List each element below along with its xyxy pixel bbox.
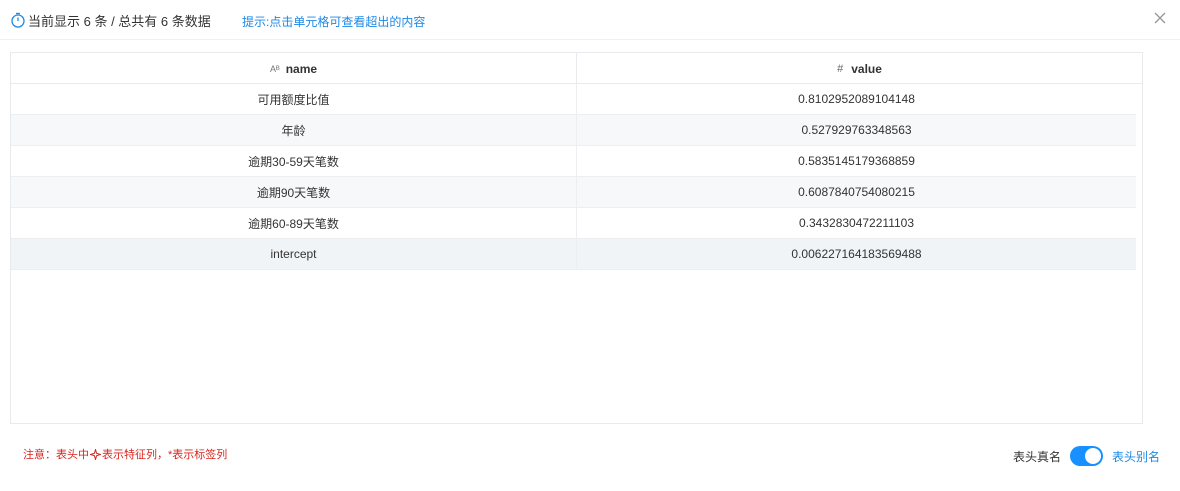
close-icon[interactable] [1153, 11, 1167, 25]
column-header-label: name [285, 61, 318, 76]
table-header: Aᴮ name # value [11, 53, 1142, 84]
legend-note: 注意：表头中 表示特征列，*表示标签列 [23, 446, 227, 462]
note-prefix: 注意：表头中 [23, 449, 89, 461]
cell-value[interactable]: 0.527929763348563 [577, 115, 1136, 145]
toggle-off-label: 表头真名 [1013, 449, 1062, 464]
cell-value[interactable]: 0.006227164183569488 [577, 239, 1136, 269]
alias-toggle[interactable] [1070, 446, 1104, 466]
cell-value[interactable]: 0.8102952089104148 [577, 84, 1136, 114]
toggle-on-label: 表头别名 [1112, 449, 1161, 464]
column-header-name[interactable]: Aᴮ name [11, 53, 577, 84]
note-suffix: 表示特征列，*表示标签列 [102, 449, 228, 461]
cell-name[interactable]: 年龄 [11, 115, 577, 145]
dialog-header: 当前显示 6 条 / 总共有 6 条数据 提示:点击单元格可查看超出的内容 [0, 0, 1180, 40]
data-table: Aᴮ name # value 可用额度比值 0.810295208910414… [10, 52, 1143, 424]
text-type-icon: Aᴮ [269, 63, 280, 74]
toggle-knob [1085, 448, 1102, 464]
number-type-icon: # [837, 62, 844, 75]
table-body: 可用额度比值 0.8102952089104148 年龄 0.527929763… [11, 84, 1136, 270]
column-header-label: value [851, 61, 882, 76]
table-row[interactable]: 逾期30-59天笔数 0.5835145179368859 [11, 146, 1136, 177]
table-row[interactable]: 逾期60-89天笔数 0.3432830472211103 [11, 208, 1136, 239]
table-row[interactable]: 年龄 0.527929763348563 [11, 115, 1136, 146]
cell-name[interactable]: 逾期60-89天笔数 [11, 208, 577, 238]
table-row[interactable]: 逾期90天笔数 0.6087840754080215 [11, 177, 1136, 208]
cell-name[interactable]: 逾期90天笔数 [11, 177, 577, 207]
column-header-value[interactable]: # value [577, 53, 1142, 84]
timer-icon [11, 12, 25, 28]
summary-text: 当前显示 6 条 / 总共有 6 条数据 [28, 13, 211, 29]
cell-name[interactable]: 可用额度比值 [11, 84, 577, 114]
cell-value[interactable]: 0.5835145179368859 [577, 146, 1136, 176]
header-alias-switch: 表头真名 表头别名 [1013, 445, 1160, 467]
cell-name[interactable]: 逾期30-59天笔数 [11, 146, 577, 176]
cell-value[interactable]: 0.6087840754080215 [577, 177, 1136, 207]
feature-icon [90, 448, 101, 460]
table-row[interactable]: intercept 0.006227164183569488 [11, 239, 1136, 270]
table-row[interactable]: 可用额度比值 0.8102952089104148 [11, 84, 1136, 115]
hint-text: 提示:点击单元格可查看超出的内容 [242, 15, 426, 29]
record-summary: 当前显示 6 条 / 总共有 6 条数据 [10, 11, 211, 29]
cell-name[interactable]: intercept [11, 239, 577, 269]
cell-value[interactable]: 0.3432830472211103 [577, 208, 1136, 238]
